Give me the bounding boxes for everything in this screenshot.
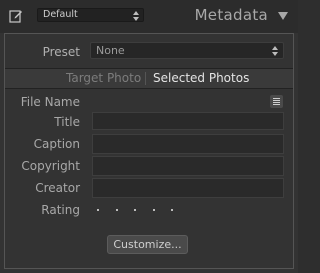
preset-label: Preset: [42, 45, 80, 59]
rating-stars[interactable]: [97, 203, 186, 216]
tab-divider: [145, 72, 146, 85]
metadata-panel: Default Metadata Preset None Target Phot…: [0, 0, 298, 273]
panel-title[interactable]: Metadata: [195, 6, 268, 24]
creator-field[interactable]: [92, 178, 284, 198]
customize-button[interactable]: Customize...: [107, 235, 188, 254]
select-arrows-icon: [272, 46, 278, 56]
edit-icon[interactable]: [9, 9, 23, 23]
rating-dot-2[interactable]: [115, 209, 118, 211]
caption-field[interactable]: [92, 134, 284, 154]
list-menu-icon[interactable]: [270, 95, 283, 108]
tab-target-photo[interactable]: Target Photo: [66, 71, 141, 85]
caption-label: Caption: [33, 137, 80, 151]
copyright-label: Copyright: [21, 159, 80, 173]
creator-label: Creator: [35, 181, 80, 195]
collapse-triangle-icon[interactable]: [278, 12, 288, 20]
rating-dot-3[interactable]: [134, 209, 136, 211]
copyright-field[interactable]: [92, 156, 284, 176]
file-name-label: File Name: [20, 95, 80, 109]
title-field[interactable]: [92, 112, 284, 130]
metadata-set-select[interactable]: Default: [37, 8, 144, 22]
rating-dot-1[interactable]: [97, 209, 99, 211]
title-label: Title: [54, 115, 80, 129]
metadata-set-value: Default: [43, 9, 78, 20]
select-arrows-icon: [133, 11, 139, 21]
tab-selected-photos[interactable]: Selected Photos: [153, 71, 249, 85]
preset-select[interactable]: None: [90, 42, 284, 59]
preset-value: None: [96, 44, 125, 57]
rating-dot-5[interactable]: [171, 209, 173, 211]
rating-label: Rating: [41, 203, 80, 217]
rating-dot-4[interactable]: [152, 209, 155, 211]
photo-target-tabs: Target Photo Selected Photos: [5, 68, 293, 89]
panel-header: Default Metadata: [0, 0, 298, 33]
